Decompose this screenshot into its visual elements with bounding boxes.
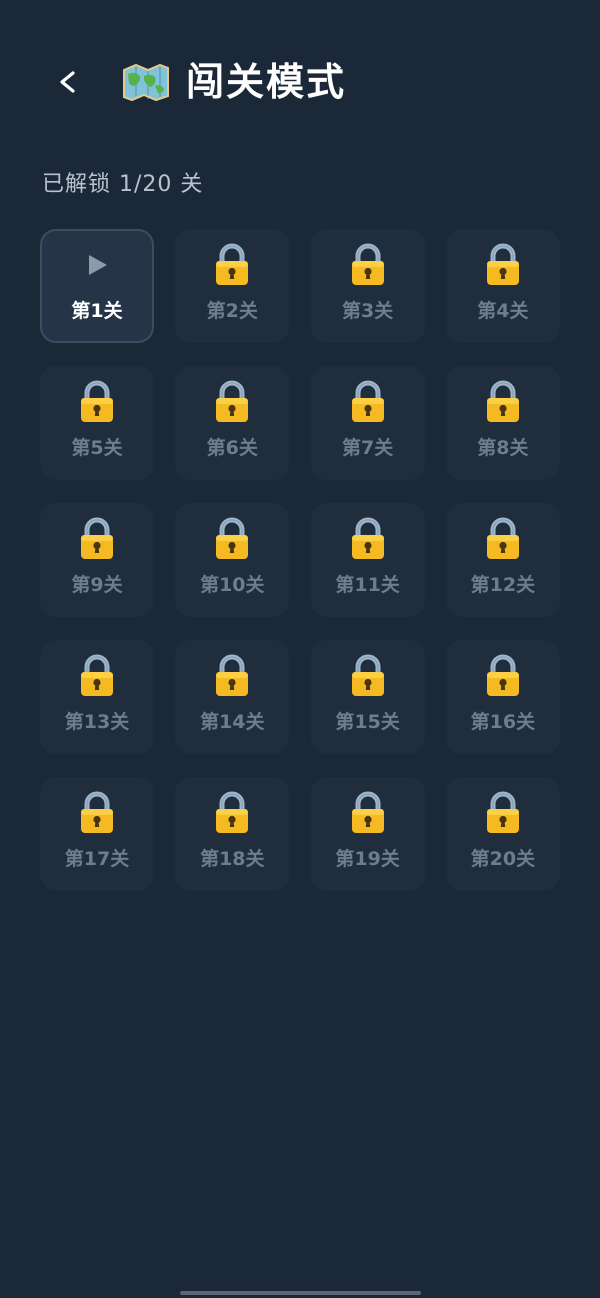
level-label: 第6关 (206, 437, 258, 459)
level-tile[interactable]: 第8关 (445, 366, 560, 480)
level-label: 第9关 (71, 574, 123, 596)
level-label: 第19关 (335, 848, 400, 870)
lock-icon (210, 517, 254, 561)
level-label: 第4关 (477, 300, 529, 322)
level-tile[interactable]: 第9关 (40, 503, 154, 617)
level-tile[interactable]: 第12关 (445, 503, 560, 617)
lock-icon (210, 654, 254, 698)
lock-icon (75, 654, 119, 698)
lock-icon (346, 654, 390, 698)
play-icon (75, 243, 119, 287)
chevron-left-icon (60, 71, 75, 93)
level-tile[interactable]: 第1关 (40, 229, 154, 343)
level-tile[interactable]: 第13关 (40, 640, 154, 754)
lock-icon (210, 380, 254, 424)
level-label: 第20关 (470, 848, 536, 870)
level-label: 第16关 (470, 711, 536, 733)
level-tile[interactable]: 第2关 (175, 229, 290, 343)
lock-icon (210, 791, 254, 835)
lock-icon (210, 243, 254, 287)
level-label: 第11关 (335, 574, 400, 596)
level-grid: 第1关 第2关 第3关 第4关 第5关 第6关 第7关 第8关 第9关 第10关… (40, 229, 560, 891)
level-label: 第15关 (335, 711, 400, 733)
lock-icon (481, 243, 525, 287)
level-tile[interactable]: 第20关 (445, 777, 560, 891)
home-indicator[interactable] (180, 1291, 421, 1295)
level-label: 第12关 (470, 574, 536, 596)
level-tile[interactable]: 第15关 (310, 640, 425, 754)
level-tile[interactable]: 第4关 (445, 229, 560, 343)
level-tile[interactable]: 第14关 (175, 640, 290, 754)
level-label: 第3关 (341, 300, 394, 322)
lock-icon (346, 380, 390, 424)
level-tile[interactable]: 第11关 (310, 503, 425, 617)
level-tile[interactable]: 第6关 (175, 366, 290, 480)
lock-icon (346, 243, 390, 287)
level-tile[interactable]: 第19关 (310, 777, 425, 891)
lock-icon (346, 791, 390, 835)
level-tile[interactable]: 第17关 (40, 777, 154, 891)
lock-icon (481, 654, 525, 698)
lock-icon (75, 517, 119, 561)
level-select-screen: 闯关模式 已解锁 1/20 关 第1关 第2关 第3关 第4关 第5关 第6关 … (0, 0, 600, 1298)
level-label: 第18关 (200, 848, 265, 870)
lock-icon (346, 517, 390, 561)
level-tile[interactable]: 第18关 (175, 777, 290, 891)
level-label: 第13关 (64, 711, 130, 733)
level-label: 第10关 (200, 574, 265, 596)
level-tile[interactable]: 第7关 (310, 366, 425, 480)
back-button[interactable] (44, 52, 90, 112)
level-label: 第7关 (341, 437, 394, 459)
page-title: 闯关模式 (186, 60, 347, 104)
header: 闯关模式 (0, 52, 600, 112)
level-label: 第14关 (200, 711, 265, 733)
lock-icon (481, 517, 525, 561)
lock-icon (75, 380, 119, 424)
lock-icon (481, 791, 525, 835)
level-label: 第8关 (477, 437, 529, 459)
world-map-icon (123, 63, 169, 102)
level-label: 第17关 (64, 848, 130, 870)
level-tile[interactable]: 第3关 (310, 229, 425, 343)
unlock-progress-text: 已解锁 1/20 关 (42, 172, 204, 197)
level-label: 第2关 (206, 300, 258, 322)
level-label: 第5关 (71, 437, 123, 459)
level-tile[interactable]: 第16关 (445, 640, 560, 754)
lock-icon (481, 380, 525, 424)
level-tile[interactable]: 第5关 (40, 366, 154, 480)
level-tile[interactable]: 第10关 (175, 503, 290, 617)
level-label: 第1关 (71, 300, 123, 322)
lock-icon (75, 791, 119, 835)
